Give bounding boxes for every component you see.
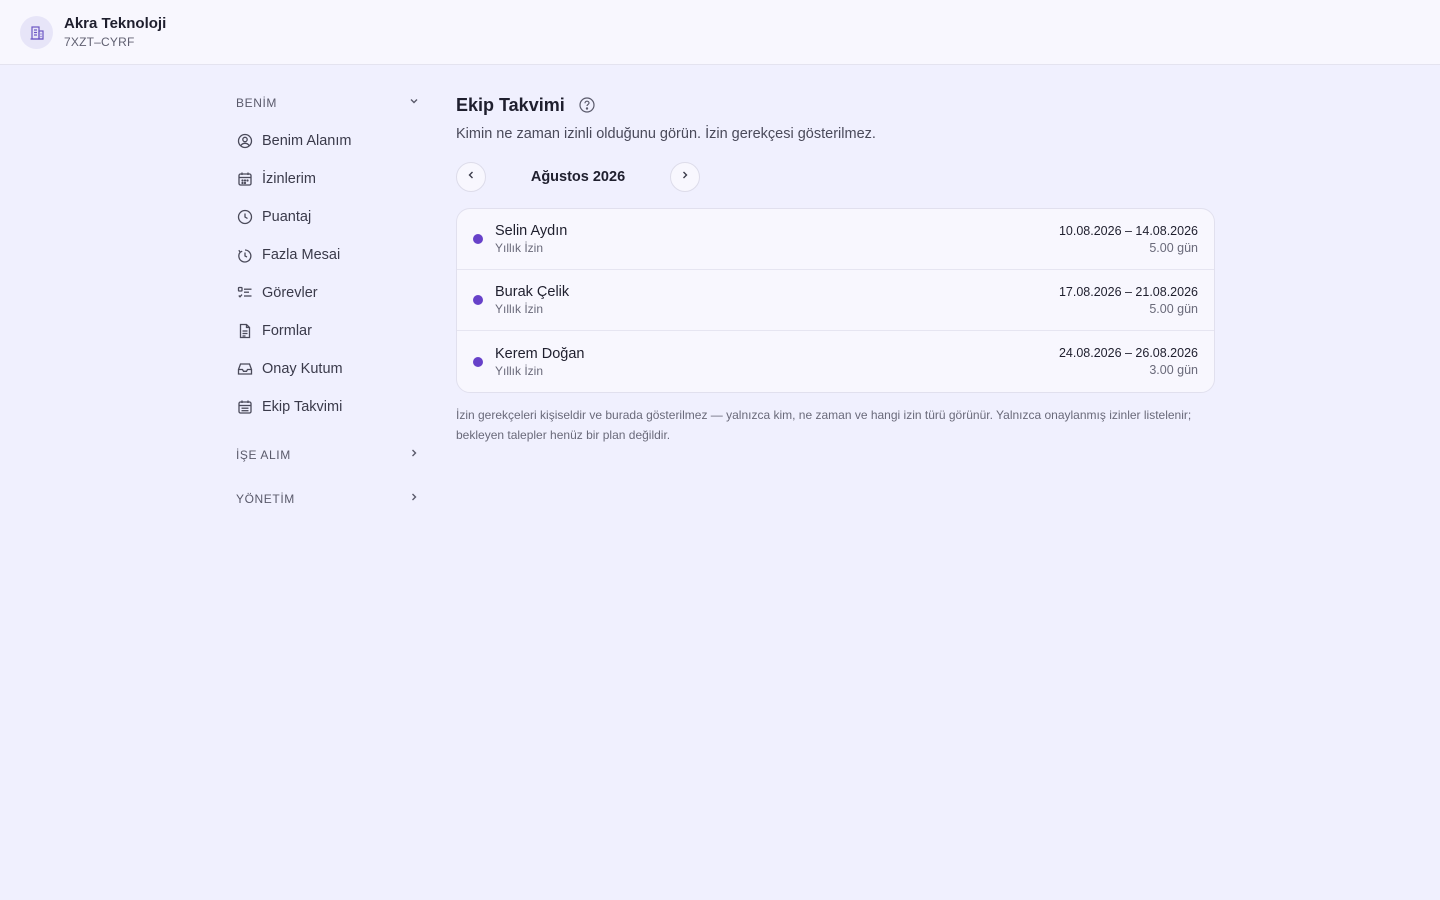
sidebar: BENİM Benim Alanım İzinlerim Puantaj Faz… (236, 84, 420, 518)
org-name: Akra Teknoloji (64, 15, 167, 32)
leave-duration: 5.00 gün (1149, 240, 1198, 255)
person-name: Kerem Doğan (495, 345, 585, 362)
title-row: Ekip Takvimi (456, 92, 1216, 118)
status-dot (473, 356, 483, 367)
sidebar-item-puantaj[interactable]: Puantaj (236, 198, 420, 236)
section-toggle-benim[interactable]: BENİM (236, 84, 420, 122)
document-icon (236, 323, 253, 340)
sidebar-item-label: Puantaj (262, 209, 312, 225)
task-list-icon (236, 285, 253, 302)
clock-icon (236, 209, 253, 226)
sidebar-item-fazla-mesai[interactable]: Fazla Mesai (236, 236, 420, 274)
top-bar: Akra Teknoloji 7XZT–CYRF (0, 0, 1440, 65)
page-subtitle: Kimin ne zaman izinli olduğunu görün. İz… (456, 126, 876, 142)
person-info: Kerem Doğan Yıllık İzin (495, 346, 1059, 378)
sidebar-item-label: Onay Kutum (262, 361, 343, 377)
sidebar-item-label: Benim Alanım (262, 133, 352, 149)
user-circle-icon (236, 133, 253, 150)
date-range: 17.08.2026 – 21.08.2026 (1058, 284, 1198, 299)
date-range: 10.08.2026 – 14.08.2026 (1058, 223, 1198, 238)
sidebar-item-ekip-takvimi[interactable]: Ekip Takvimi (236, 388, 420, 426)
help-icon[interactable] (579, 97, 595, 113)
section-toggle-yonetim[interactable]: YÖNETİM (236, 480, 420, 518)
leave-duration: 3.00 gün (1149, 363, 1198, 377)
month-navigator: Ağustos 2026 (456, 162, 1216, 192)
sidebar-item-label: Fazla Mesai (262, 247, 341, 263)
building-icon (20, 16, 53, 49)
calendar-grid-icon (236, 399, 253, 416)
sidebar-item-label: İzinlerim (262, 171, 316, 187)
current-month: Ağustos 2026 (530, 169, 626, 185)
sidebar-item-benim-alanim[interactable]: Benim Alanım (236, 122, 420, 160)
chevron-right-icon (408, 490, 420, 508)
leave-type: Yıllık İzin (495, 363, 544, 378)
inbox-icon (236, 361, 253, 378)
privacy-footnote: İzin gerekçeleri kişiseldir ve burada gö… (456, 408, 1192, 442)
person-name: Burak Çelik (495, 284, 570, 300)
chevron-right-icon (679, 168, 691, 186)
leave-type: Yıllık İzin (495, 302, 544, 316)
list-item: Kerem Doğan Yıllık İzin 24.08.2026 – 26.… (457, 331, 1214, 392)
stopwatch-icon (236, 247, 253, 264)
status-dot (473, 295, 483, 305)
chevron-left-icon (465, 168, 477, 186)
person-name: Selin Aydın (495, 223, 568, 239)
leave-dates: 10.08.2026 – 14.08.2026 5.00 gün (1059, 224, 1198, 255)
calendar-icon (236, 171, 253, 188)
sidebar-item-label: Ekip Takvimi (262, 399, 343, 415)
leave-dates: 17.08.2026 – 21.08.2026 5.00 gün (1059, 285, 1198, 316)
list-item: Burak Çelik Yıllık İzin 17.08.2026 – 21.… (457, 270, 1214, 331)
section-label: YÖNETİM (236, 492, 295, 506)
sidebar-item-izinlerim[interactable]: İzinlerim (236, 160, 420, 198)
leave-list: Selin Aydın Yıllık İzin 10.08.2026 – 14.… (456, 208, 1215, 393)
date-range: 24.08.2026 – 26.08.2026 (1058, 346, 1198, 360)
previous-month-button[interactable] (456, 162, 486, 192)
org-code: 7XZT–CYRF (64, 35, 135, 49)
chevron-down-icon (408, 94, 420, 112)
leave-dates: 24.08.2026 – 26.08.2026 3.00 gün (1059, 346, 1198, 377)
person-info: Burak Çelik Yıllık İzin (495, 284, 1059, 316)
next-month-button[interactable] (670, 162, 700, 192)
section-label: BENİM (236, 96, 278, 110)
sidebar-item-onay-kutum[interactable]: Onay Kutum (236, 350, 420, 388)
chevron-right-icon (408, 446, 420, 464)
section-toggle-ise-alim[interactable]: İŞE ALIM (236, 436, 420, 474)
page-title: Ekip Takvimi (456, 94, 565, 115)
leave-duration: 5.00 gün (1149, 301, 1198, 316)
section-label: İŞE ALIM (236, 448, 291, 462)
leave-type: Yıllık İzin (495, 241, 544, 255)
sidebar-item-label: Görevler (262, 285, 318, 301)
sidebar-item-gorevler[interactable]: Görevler (236, 274, 420, 312)
main-content: Ekip Takvimi Kimin ne zaman izinli olduğ… (456, 92, 1216, 445)
sidebar-item-label: Formlar (262, 323, 312, 339)
person-info: Selin Aydın Yıllık İzin (495, 223, 1059, 255)
status-dot (473, 234, 483, 244)
sidebar-item-formlar[interactable]: Formlar (236, 312, 420, 350)
list-item: Selin Aydın Yıllık İzin 10.08.2026 – 14.… (457, 209, 1214, 270)
